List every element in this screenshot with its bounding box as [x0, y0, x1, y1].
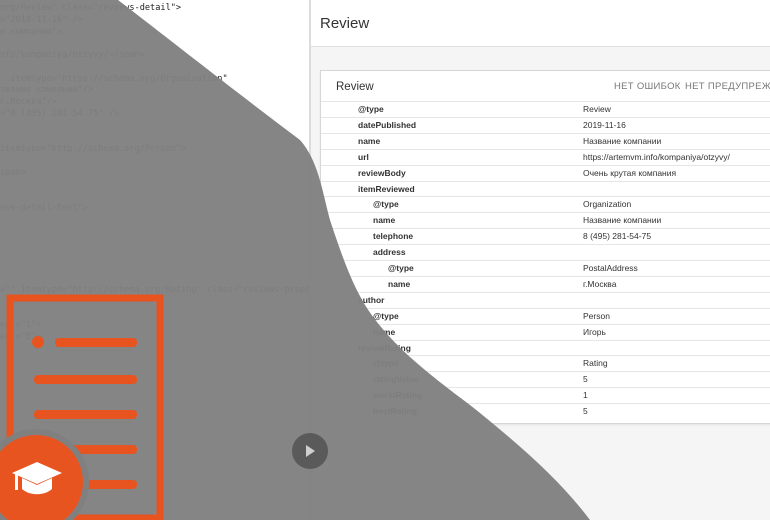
code-line: itemtype="https://schema.org/Organizatio…: [0, 73, 228, 84]
property-value: https://artemvm.info/kompaniya/otzyvy/: [583, 151, 730, 162]
structured-data-row: name Игорь: [321, 323, 770, 341]
property-name: reviewRating: [358, 342, 411, 353]
property-value: 2019-11-16: [583, 119, 626, 130]
warnings-count[interactable]: НЕТ ПРЕДУПРЕЖД: [685, 81, 770, 92]
property-name: @type: [373, 310, 399, 321]
property-name: itemReviewed: [358, 183, 415, 194]
code-line: itemtype="http://schema.org/Person">: [0, 144, 187, 154]
structured-data-row: bestRating 5: [321, 403, 770, 420]
property-name: @type: [388, 263, 414, 273]
structured-data-row: worstRating 1: [321, 387, 770, 404]
code-line: ="2019-11-16" />: [0, 14, 83, 25]
code-line: nfo/kompaniya/otzyvy/</span>: [0, 50, 145, 60]
structured-data-row: telephone 8 (495) 281-54-75: [321, 228, 770, 245]
property-name: ratingValue: [373, 374, 419, 385]
structured-data-row: name Название компании: [321, 212, 770, 229]
code-line: ews-detail-text">: [0, 202, 88, 213]
code-line: звание компании"/>: [0, 85, 94, 96]
property-value: 1: [583, 390, 588, 401]
property-name: @type: [373, 358, 399, 369]
property-value: Organization: [583, 199, 632, 210]
structured-data-row: @type Person: [321, 307, 770, 325]
property-name: @type: [373, 199, 399, 210]
structured-data-row: @type Rating: [321, 355, 770, 372]
errors-count[interactable]: НЕТ ОШИБОК: [614, 81, 681, 92]
property-value: Название компании: [583, 135, 662, 146]
property-name: telephone: [373, 231, 414, 242]
structured-data-row: datePublished 2019-11-16: [321, 116, 770, 134]
structured-data-row: name г.Москва: [321, 275, 770, 293]
property-name: @type: [358, 104, 384, 114]
structured-data-row: url https://artemvm.info/kompaniya/otzyvy…: [321, 148, 770, 166]
property-value: Очень крутая компания: [583, 167, 677, 178]
code-line: г.Москва"/>: [0, 97, 57, 107]
structured-data-row: @type Organization: [321, 196, 770, 213]
property-name: reviewBody: [358, 167, 406, 178]
structured-data-row: @type PostalAddress: [321, 260, 770, 277]
structured-data-row: name Название компании: [321, 132, 770, 150]
property-value: г.Москва: [583, 278, 617, 289]
code-line: span>: [0, 167, 26, 178]
play-button[interactable]: [292, 433, 328, 469]
review-card: Review НЕТ ОШИБОК НЕТ ПРЕДУПРЕЖД @type Re…: [320, 70, 770, 424]
property-name: name: [373, 326, 396, 337]
property-value: 5: [583, 406, 588, 417]
property-name: worstRating: [373, 390, 423, 401]
structured-data-row: itemReviewed: [321, 180, 770, 198]
code-line: ="8 (495) 281-54-75" />: [0, 108, 119, 119]
property-value: PostalAddress: [583, 263, 638, 273]
property-name: name: [358, 135, 381, 146]
property-name: address: [373, 247, 406, 258]
structured-data-row: @type Review: [321, 101, 770, 118]
property-name: datePublished: [358, 119, 417, 130]
structured-data-row: address: [321, 244, 770, 261]
code-line: е компании">: [0, 26, 63, 37]
play-icon: [306, 445, 315, 457]
property-value: Review: [583, 104, 611, 114]
property-name: url: [358, 151, 369, 162]
structured-data-row: reviewRating: [321, 339, 770, 357]
code-line: org/Review" class="reviews-detail">: [0, 3, 182, 13]
property-name: name: [373, 215, 396, 226]
property-name: name: [388, 278, 411, 289]
card-title[interactable]: Review: [336, 81, 374, 93]
structured-data-row: ratingValue 5: [321, 371, 770, 388]
document-graduation-cap-icon: [0, 294, 164, 520]
property-value: 5: [583, 374, 588, 385]
property-name: author: [358, 294, 385, 305]
property-value: Rating: [583, 358, 608, 369]
property-value: Person: [583, 310, 610, 321]
property-name: bestRating: [373, 406, 417, 417]
panel-title: Review: [320, 15, 370, 32]
structured-data-row: author: [321, 291, 770, 309]
property-value: Игорь: [583, 326, 606, 337]
property-value: Название компании: [583, 215, 662, 226]
property-value: 8 (495) 281-54-75: [583, 231, 652, 242]
panel-header: Review: [311, 0, 770, 47]
structured-data-row: reviewBody Очень крутая компания: [321, 164, 770, 182]
structured-data-panel: Review Review НЕТ ОШИБОК НЕТ ПРЕДУПРЕЖД …: [311, 0, 770, 520]
